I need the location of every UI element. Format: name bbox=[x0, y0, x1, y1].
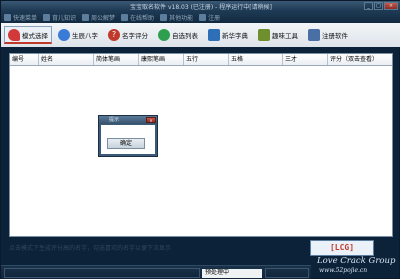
dialog-ok-button[interactable]: 确定 bbox=[107, 138, 145, 149]
toolbar-name-score-button[interactable]: ? 名字评分 bbox=[104, 26, 152, 44]
menu-item-label: 周公解梦 bbox=[91, 14, 116, 22]
toolbar-button-label: 名字评分 bbox=[122, 32, 148, 40]
moon-icon bbox=[82, 13, 90, 21]
column-header-simplified-strokes[interactable]: 简体笔画 bbox=[94, 54, 139, 65]
watermark-url: www.52pojie.cn bbox=[319, 267, 368, 274]
close-icon[interactable]: × bbox=[384, 2, 398, 10]
menu-item-label: 快速菜单 bbox=[13, 14, 38, 22]
status-bar: 预处理中 bbox=[1, 265, 311, 279]
table-header: 编号 姓名 简体笔画 康熙笔画 五行 五格 三才 评分（双击查看） bbox=[10, 54, 392, 66]
hint-text: 点击模式下生成评分高的名字，勾选喜欢的名字以便下次显示 bbox=[9, 245, 172, 252]
toolbar-birth-chart-button[interactable]: 生辰八字 bbox=[54, 26, 102, 44]
toolbar-button-label: 生辰八字 bbox=[72, 32, 98, 40]
menu-item-label: 注册 bbox=[208, 14, 221, 22]
book-icon bbox=[43, 13, 51, 21]
toolbar-register-button[interactable]: 注册软件 bbox=[304, 26, 352, 44]
menu-item-dreams[interactable]: 周公解梦 bbox=[82, 13, 115, 22]
title-bar: 宝宝取名软件 v18.03 (已注册) - 程序运行中[请稍候] _ □ × bbox=[1, 1, 400, 11]
column-header-three-talents[interactable]: 三才 bbox=[283, 54, 328, 65]
column-header-id[interactable]: 编号 bbox=[10, 54, 39, 65]
menu-icon bbox=[4, 13, 11, 21]
menu-item-label: 育儿知识 bbox=[52, 14, 77, 22]
toolbar-dictionary-button[interactable]: 新华字典 bbox=[204, 26, 252, 44]
maximize-icon[interactable]: □ bbox=[374, 2, 383, 10]
toolbar-fun-tools-button[interactable]: 趣味工具 bbox=[254, 26, 302, 44]
menu-item-register[interactable]: 注册 bbox=[199, 13, 220, 22]
dialog-close-icon[interactable]: × bbox=[146, 117, 156, 123]
watermark-brand: Love Crack Group bbox=[317, 256, 396, 266]
toolbar-button-label: 趣味工具 bbox=[272, 32, 298, 40]
column-header-score[interactable]: 评分（双击查看） bbox=[328, 54, 392, 65]
key-icon bbox=[199, 13, 207, 21]
window-controls: _ □ × bbox=[364, 2, 398, 10]
dictionary-icon bbox=[208, 29, 220, 41]
heart-icon bbox=[8, 28, 20, 41]
help-icon bbox=[121, 13, 129, 21]
menu-item-quick[interactable]: 快速菜单 bbox=[4, 13, 37, 22]
menu-bar: 快速菜单 育儿知识 周公解梦 在线帮助 其他功能 注册 bbox=[1, 11, 400, 23]
column-header-name[interactable]: 姓名 bbox=[39, 54, 94, 65]
toolbar-button-label: 模式选择 bbox=[22, 31, 48, 40]
lcg-badge: [LCG] bbox=[310, 240, 374, 256]
results-table[interactable]: 编号 姓名 简体笔画 康熙笔画 五行 五格 三才 评分（双击查看） bbox=[9, 53, 393, 237]
user-icon bbox=[58, 29, 70, 41]
toolbar: 模式选择 生辰八字 ? 名字评分 自选列表 新华字典 趣味工具 注册软件 bbox=[1, 23, 400, 47]
prompt-dialog: 提示 × 确定 bbox=[98, 115, 158, 157]
minimize-icon[interactable]: _ bbox=[364, 2, 373, 10]
menu-item-label: 在线帮助 bbox=[130, 14, 155, 22]
refresh-icon bbox=[158, 29, 170, 41]
toolbox-icon bbox=[258, 29, 270, 41]
toolbar-button-label: 注册软件 bbox=[322, 32, 348, 40]
toolbar-button-label: 新华字典 bbox=[222, 32, 248, 40]
register-icon bbox=[308, 29, 320, 41]
toolbar-mode-select-button[interactable]: 模式选择 bbox=[4, 26, 52, 44]
dialog-title: 提示 bbox=[109, 117, 120, 123]
status-cell-extra bbox=[265, 268, 309, 278]
column-header-kangxi-strokes[interactable]: 康熙笔画 bbox=[139, 54, 184, 65]
dialog-title-bar: 提示 × bbox=[99, 116, 157, 124]
tools-icon bbox=[160, 13, 168, 21]
toolbar-button-label: 自选列表 bbox=[172, 32, 198, 40]
status-text: 预处理中 bbox=[202, 269, 262, 278]
menu-item-help[interactable]: 在线帮助 bbox=[121, 13, 154, 22]
status-cell-main bbox=[4, 268, 200, 278]
question-icon: ? bbox=[108, 29, 120, 41]
main-window: 宝宝取名软件 v18.03 (已注册) - 程序运行中[请稍候] _ □ × 快… bbox=[0, 0, 400, 279]
column-header-five-elements[interactable]: 五行 bbox=[184, 54, 229, 65]
toolbar-custom-list-button[interactable]: 自选列表 bbox=[154, 26, 202, 44]
window-title: 宝宝取名软件 v18.03 (已注册) - 程序运行中[请稍候] bbox=[130, 4, 272, 11]
menu-item-other[interactable]: 其他功能 bbox=[160, 13, 193, 22]
menu-item-label: 其他功能 bbox=[169, 14, 194, 22]
menu-item-parenting[interactable]: 育儿知识 bbox=[43, 13, 76, 22]
column-header-five-grids[interactable]: 五格 bbox=[229, 54, 283, 65]
